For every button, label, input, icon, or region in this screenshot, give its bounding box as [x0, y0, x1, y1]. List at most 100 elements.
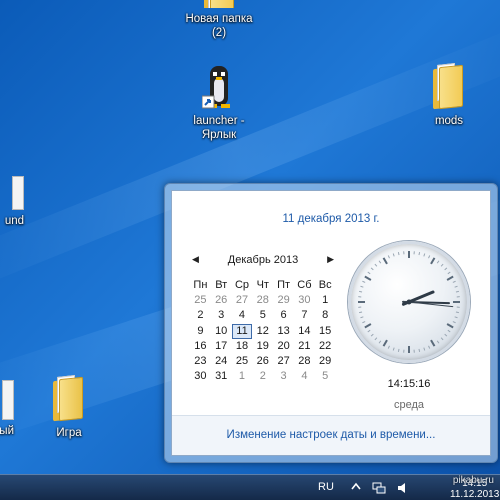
calendar-day[interactable]: 29 [315, 354, 336, 369]
calendar-day[interactable]: 28 [294, 354, 315, 369]
clock-hour-mark [382, 257, 388, 265]
calendar-day[interactable]: 1 [315, 293, 336, 308]
clock-minute-mark [423, 347, 426, 351]
calendar-day[interactable]: 4 [294, 369, 315, 384]
calendar-day[interactable]: 6 [273, 308, 294, 323]
volume-icon[interactable] [396, 481, 410, 495]
clock-minute-mark [374, 337, 378, 341]
clock-minute-mark [378, 340, 382, 344]
calendar-day[interactable]: 30 [190, 369, 211, 384]
clock-minute-mark [374, 263, 378, 267]
calendar-day[interactable]: 1 [232, 369, 253, 384]
clock-minute-mark [359, 290, 363, 293]
calendar-day[interactable]: 2 [252, 369, 273, 384]
calendar-day[interactable]: 18 [232, 339, 253, 354]
clock-minute-mark [370, 267, 374, 271]
network-icon[interactable] [372, 481, 386, 495]
folder-icon [202, 0, 236, 8]
calendar-day[interactable]: 4 [232, 308, 253, 323]
calendar-day[interactable]: 25 [190, 293, 211, 308]
calendar-day[interactable]: 31 [211, 369, 232, 384]
desktop-icon-label: ый [0, 425, 14, 437]
taskbar: RU 14:15 11.12.2013 [0, 474, 500, 500]
clock-minute-mark [428, 255, 431, 259]
clock-minute-mark [362, 280, 366, 283]
desktop-icon-partial-bottom-left[interactable]: ый [0, 380, 14, 438]
calendar-day[interactable]: 7 [294, 308, 315, 323]
clock-center-dot [406, 299, 412, 305]
change-datetime-settings-link[interactable]: Изменение настроек даты и времени... [172, 429, 490, 441]
clock-minute-mark [362, 321, 366, 324]
calendar-day[interactable]: 17 [211, 339, 232, 354]
calendar-day[interactable]: 16 [190, 339, 211, 354]
calendar-day[interactable]: 2 [190, 308, 211, 323]
calendar-day[interactable]: 3 [211, 308, 232, 323]
calendar-day[interactable]: 25 [232, 354, 253, 369]
calendar-day[interactable]: 10 [211, 324, 232, 339]
clock-minute-mark [444, 333, 448, 337]
language-indicator[interactable]: RU [318, 481, 334, 493]
calendar-day[interactable]: 5 [315, 369, 336, 384]
desktop-icon-partial-left[interactable]: und [0, 176, 24, 228]
calendar-weekday: Вс [318, 279, 332, 291]
calendar-day[interactable]: 30 [294, 293, 315, 308]
desktop-icon-launcher-shortcut[interactable]: launcher - Ярлык [174, 64, 264, 142]
calendar-day[interactable]: 12 [252, 324, 273, 339]
calendar-day[interactable]: 9 [190, 324, 211, 339]
calendar-day[interactable]: 28 [252, 293, 273, 308]
calendar-weekday-row: Пн Вт Ср Чт Пт Сб Вс [190, 278, 336, 293]
desktop-icon-mods[interactable]: mods [404, 62, 494, 128]
clock-minute-mark [447, 271, 451, 275]
calendar-week-row: 23 24 25 26 27 28 29 [190, 354, 336, 369]
tray-arrow-icon[interactable] [350, 481, 364, 495]
calendar-grid: Пн Вт Ср Чт Пт Сб Вс 25 26 27 28 29 30 1 2 3 4 5 6 7 8 9 10 11 1… [190, 278, 336, 384]
clock-minute-mark [436, 340, 440, 344]
calendar-weekday: Пн [193, 279, 208, 291]
clock-minute-mark [440, 337, 444, 341]
clock-hour-mark [430, 339, 436, 347]
calendar-day[interactable]: 20 [273, 339, 294, 354]
calendar-day[interactable]: 24 [211, 354, 232, 369]
settings-footer: Изменение настроек даты и времени... [172, 415, 490, 455]
clock-minute-mark [436, 260, 440, 264]
calendar-day[interactable]: 26 [252, 354, 273, 369]
calendar-day[interactable]: 27 [232, 293, 253, 308]
calendar-day[interactable]: 19 [252, 339, 273, 354]
calendar-weekday: Сб [297, 279, 312, 291]
desktop-icon-label: und [4, 215, 24, 227]
calendar-header: ◀ Декабрь 2013 ▶ [190, 254, 336, 268]
file-icon [2, 380, 14, 420]
watermark-text: pikabu.ru [452, 475, 494, 486]
clock-minute-mark [418, 252, 421, 256]
clock-minute-mark [397, 252, 400, 256]
calendar-day[interactable]: 14 [294, 324, 315, 339]
clock-minute-mark [444, 267, 448, 271]
next-month-icon[interactable]: ▶ [327, 254, 334, 265]
calendar-day[interactable]: 3 [273, 369, 294, 384]
calendar-month-label[interactable]: Декабрь 2013 [190, 254, 336, 266]
clock-minute-mark [418, 348, 421, 352]
full-date-link[interactable]: 11 декабря 2013 г. [172, 213, 490, 225]
calendar-day[interactable]: 27 [273, 354, 294, 369]
calendar-week-row: 16 17 18 19 20 21 22 [190, 339, 336, 354]
folder-icon [51, 374, 87, 422]
desktop-icon-new-folder[interactable]: Новая папка (2) [174, 0, 264, 40]
calendar-day[interactable]: 8 [315, 308, 336, 323]
calendar-day[interactable]: 13 [273, 324, 294, 339]
clock-minute-mark [378, 260, 382, 264]
clock-minute-mark [367, 271, 371, 275]
desktop-icon-label: mods [434, 115, 464, 127]
clock-hour-mark [430, 257, 436, 265]
desktop-icon-label: Новая папка (2) [185, 13, 253, 39]
calendar-day[interactable]: 22 [315, 339, 336, 354]
day-of-week: среда [393, 399, 425, 411]
calendar-day-selected[interactable]: 11 [231, 323, 253, 339]
calendar-day[interactable]: 26 [211, 293, 232, 308]
calendar-day[interactable]: 23 [190, 354, 211, 369]
calendar-day[interactable]: 5 [252, 308, 273, 323]
calendar-day[interactable]: 15 [315, 324, 336, 339]
calendar-day[interactable]: 29 [273, 293, 294, 308]
calendar-day[interactable]: 21 [294, 339, 315, 354]
clock-minute-mark [359, 311, 363, 314]
desktop-icon-igra[interactable]: Игра [24, 374, 114, 440]
